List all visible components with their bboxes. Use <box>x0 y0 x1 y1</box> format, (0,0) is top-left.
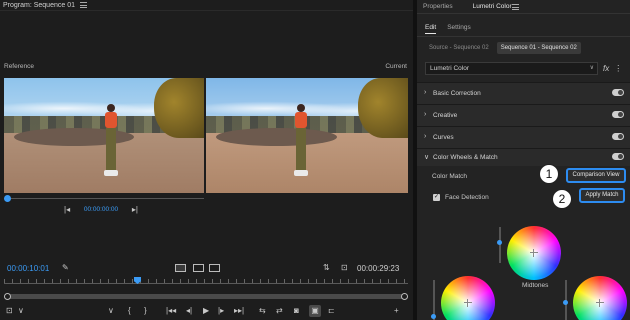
reference-scrubber-handle[interactable] <box>4 195 11 202</box>
sequence-selector: Source - Sequence 02 Sequence 01 - Seque… <box>425 42 615 54</box>
source-sequence-button[interactable]: Source - Sequence 02 <box>425 42 493 54</box>
section-toggle[interactable] <box>612 133 624 140</box>
kebab-menu-icon[interactable]: ⋮ <box>614 64 622 73</box>
section-toggle[interactable] <box>612 153 624 160</box>
section-color-wheels-match[interactable]: ∨ Color Wheels & Match <box>417 148 630 166</box>
section-basic-correction[interactable]: › Basic Correction <box>417 82 630 104</box>
apply-match-button[interactable]: Apply Match <box>579 188 625 203</box>
midtones-label: Midtones <box>522 282 549 289</box>
face-detection-label: Face Detection <box>445 194 489 201</box>
step-back-frame-icon[interactable]: ◂| <box>186 305 192 317</box>
callout-badge-2: 2 <box>552 189 572 209</box>
panel-tabs: Properties Lumetri Color <box>417 0 630 13</box>
midtones-slider-handle[interactable] <box>497 240 502 245</box>
overwrite-icon[interactable]: ⇄ <box>276 305 283 317</box>
program-title: Program: Sequence 01 <box>3 1 75 9</box>
effect-dropdown[interactable]: Lumetri Color ∨ <box>425 62 598 75</box>
comparison-side-by-side-icon[interactable] <box>175 264 186 272</box>
section-creative[interactable]: › Creative <box>417 104 630 126</box>
mark-in-icon[interactable]: { <box>128 305 131 317</box>
section-title: Curves <box>433 134 454 141</box>
active-sequence-button[interactable]: Sequence 01 - Sequence 02 <box>496 42 581 54</box>
tab-lumetri-color[interactable]: Lumetri Color <box>473 3 512 10</box>
lumetri-menu-icon[interactable] <box>512 4 519 10</box>
face-detection-checkbox[interactable]: ✓ <box>433 194 440 201</box>
mark-out-icon[interactable]: } <box>144 305 147 317</box>
settings-icon[interactable]: ✎ <box>62 262 69 274</box>
play-icon[interactable]: ▶ <box>203 305 209 317</box>
section-curves[interactable]: › Curves <box>417 126 630 148</box>
go-to-out-icon[interactable]: ▸▸| <box>234 305 244 317</box>
chevron-right-icon: › <box>424 111 427 118</box>
midtones-slider[interactable] <box>499 227 501 263</box>
panel-menu-icon[interactable] <box>80 2 87 8</box>
step-back-icon[interactable]: |◂ <box>64 205 70 214</box>
zoom-scrollbar[interactable] <box>4 294 408 299</box>
tab-properties[interactable]: Properties <box>423 3 453 10</box>
reference-controls: |◂ 00:00:00:00 ▸| <box>64 205 138 214</box>
current-timecode[interactable]: 00:00:10:01 <box>7 264 49 273</box>
swap-sides-icon[interactable]: ⇅ <box>323 262 330 274</box>
wrench-icon[interactable]: ⊡ <box>341 262 348 274</box>
transport-controls: ⊡ ∨ ∨ { } |◂◂ ◂| ▶ |▸ ▸▸| ⇆ ⇄ ◙ ▣ ⊏ + <box>0 305 413 317</box>
go-to-in-icon[interactable]: |◂◂ <box>166 305 176 317</box>
comparison-horizontal-split-icon[interactable] <box>209 264 220 272</box>
reference-frame <box>4 78 204 193</box>
tab-edit[interactable]: Edit <box>425 24 437 34</box>
timecode-row: 00:00:10:01 ✎ ⇅ ⊡ 00:00:29:23 <box>0 262 413 274</box>
lumetri-subtabs: Edit Settings <box>425 24 471 34</box>
program-monitor: Program: Sequence 01 Reference Current |… <box>0 0 413 320</box>
chevron-down-icon[interactable]: ∨ <box>18 305 24 317</box>
step-forward-frame-icon[interactable]: |▸ <box>218 305 224 317</box>
reference-scrubber-track[interactable] <box>4 198 204 199</box>
section-toggle[interactable] <box>612 89 624 96</box>
callout-badge-1: 1 <box>539 164 559 184</box>
chevron-down-icon: ∨ <box>589 65 594 71</box>
duration-timecode: 00:00:29:23 <box>357 264 400 273</box>
fit-icon[interactable]: ⊡ <box>6 305 13 317</box>
chevron-right-icon: › <box>424 89 427 96</box>
camera-icon[interactable]: ◙ <box>294 305 299 317</box>
chevron-right-icon: › <box>424 133 427 140</box>
section-title: Creative <box>433 112 458 119</box>
zoom-handle-right[interactable] <box>401 293 408 300</box>
chevron-down-icon: ∨ <box>424 154 430 161</box>
step-forward-icon[interactable]: ▸| <box>132 205 138 214</box>
section-title: Basic Correction <box>433 90 481 97</box>
midtones-color-wheel[interactable] <box>507 226 561 280</box>
comparison-view-icon[interactable]: ▣ <box>309 305 321 317</box>
section-toggle[interactable] <box>612 111 624 118</box>
zoom-handle-left[interactable] <box>4 293 11 300</box>
comparison-view-button[interactable]: Comparison View <box>566 168 626 183</box>
add-icon[interactable]: + <box>394 305 399 317</box>
insert-icon[interactable]: ⇆ <box>259 305 266 317</box>
tab-settings[interactable]: Settings <box>447 24 471 34</box>
reference-label: Reference <box>4 63 34 70</box>
program-header: Program: Sequence 01 <box>0 0 413 11</box>
shadows-slider-handle[interactable] <box>431 314 436 319</box>
current-frame <box>206 78 408 193</box>
comparison-vertical-split-icon[interactable] <box>193 264 204 272</box>
current-label: Current <box>385 63 407 70</box>
marker-icon[interactable]: ∨ <box>108 305 114 317</box>
trim-icon[interactable]: ⊏ <box>328 305 335 317</box>
timeline-ruler[interactable] <box>4 283 408 284</box>
section-title: Color Wheels & Match <box>433 154 498 161</box>
effect-row: Lumetri Color ∨ fx ⋮ <box>425 62 625 75</box>
color-match-label: Color Match <box>432 173 468 180</box>
highlights-slider-handle[interactable] <box>563 300 568 305</box>
fx-icon[interactable]: fx <box>603 64 609 73</box>
reference-timecode[interactable]: 00:00:00:00 <box>84 206 118 213</box>
effect-dropdown-value: Lumetri Color <box>430 65 470 72</box>
